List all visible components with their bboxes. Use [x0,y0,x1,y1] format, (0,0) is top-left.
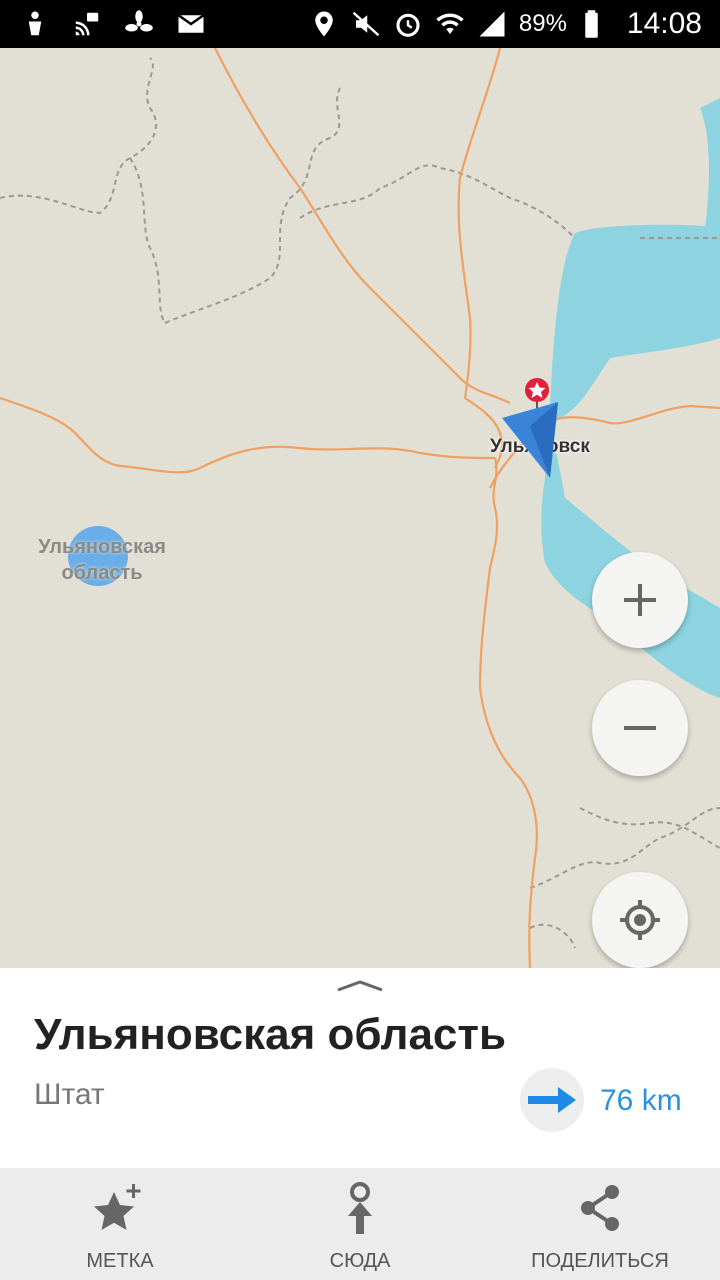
region-label-line1: Ульяновская [38,536,166,558]
mute-icon [351,9,381,39]
place-sheet[interactable]: Ульяновская область Штат 76 km [0,968,720,1168]
add-bookmark-star-icon [94,1184,141,1230]
share-button[interactable]: ПОДЕЛИТЬСЯ [480,1168,720,1280]
usb-debug-icon [20,9,50,39]
bookmark-button[interactable]: МЕТКА [0,1168,240,1280]
my-location-button[interactable] [592,872,688,968]
minus-icon [624,726,656,730]
share-icon [581,1185,619,1231]
zoom-out-button[interactable] [592,680,688,776]
share-label: ПОДЕЛИТЬСЯ [531,1250,669,1272]
mail-icon [176,9,206,39]
map-view[interactable]: Ульяновская область Ульяновск [0,48,720,968]
location-icon [309,9,339,39]
distance-label: 76 km [600,1084,682,1117]
signal-icon [477,9,507,39]
fan-icon [124,9,154,39]
wifi-icon [435,9,465,39]
sheet-expand-handle-icon[interactable] [336,978,384,994]
zoom-in-button[interactable] [592,552,688,648]
status-bar: 89% 14:08 [0,0,720,48]
region-label-line2: область [61,562,143,584]
route-here-button[interactable]: СЮДА [240,1168,480,1280]
place-title: Ульяновская область [34,1010,506,1059]
direction-button[interactable] [520,1068,584,1132]
battery-percent: 89% [518,10,567,37]
place-type: Штат [34,1078,105,1111]
clock: 14:08 [626,7,702,40]
map-canvas[interactable] [0,48,720,968]
plus-icon [624,584,656,616]
my-position-arrow-icon [502,378,558,478]
alarm-icon [393,9,423,39]
battery-icon [579,9,609,39]
region-label: Ульяновская область [22,534,182,586]
crosshair-icon [620,900,660,940]
route-here-label: СЮДА [329,1250,391,1272]
bottom-action-bar: МЕТКА СЮДА ПОДЕЛИТЬСЯ [0,1168,720,1280]
cast-icon [72,9,102,39]
arrow-right-icon [528,1087,576,1113]
route-here-icon [348,1182,372,1234]
bookmark-label: МЕТКА [86,1250,154,1272]
